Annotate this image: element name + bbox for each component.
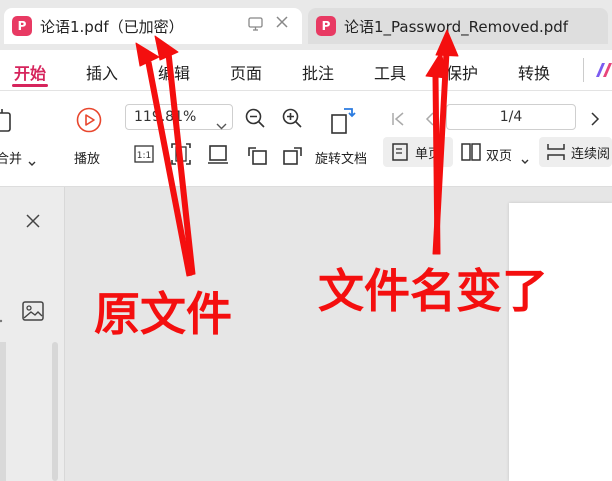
annotation-arrow [435, 29, 459, 57]
annotation-original-file: 原文件 [94, 287, 232, 341]
annotation-arrows [135, 29, 459, 277]
annotation-arrow [145, 61, 193, 277]
annotation-filename-changed: 文件名变了 [318, 264, 548, 318]
annotation-arrow [135, 42, 160, 67]
